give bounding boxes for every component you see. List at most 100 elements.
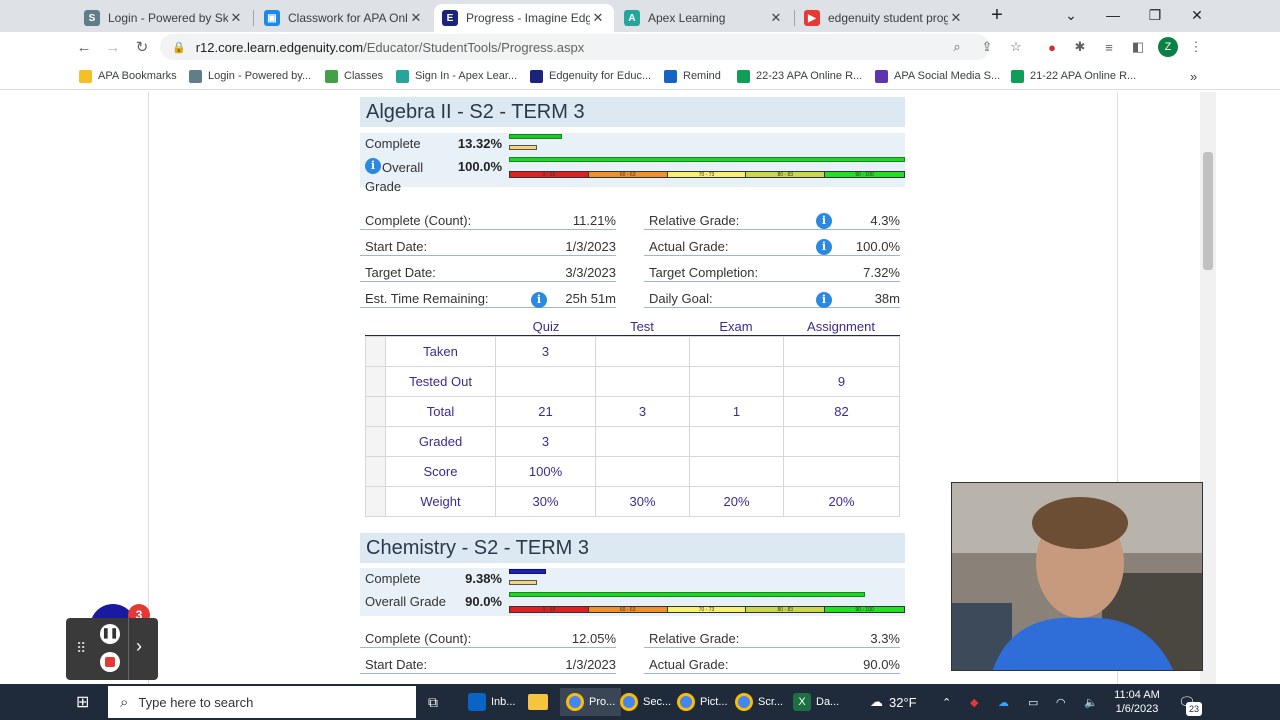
grade-band-c: 70 - 73 <box>667 607 747 612</box>
grade-band-b: 80 - 83 <box>746 172 826 177</box>
stop-button[interactable] <box>100 652 120 672</box>
drag-handle-icon[interactable]: ⠿ <box>76 640 86 657</box>
info-icon[interactable]: i <box>816 239 832 255</box>
column-header-assignment: Assignment <box>807 319 875 334</box>
sheets-icon <box>737 69 750 83</box>
battery-icon[interactable]: ▭ <box>1028 688 1038 716</box>
stat-target-date: Target Date: 3/3/2023 <box>360 264 616 282</box>
tab-progress[interactable]: E Progress - Imagine Edge ✕ <box>434 4 614 32</box>
classroom-icon: ▣ <box>264 10 280 26</box>
tray-chevron-icon[interactable]: ⌃ <box>942 688 951 716</box>
menu-icon[interactable]: ⋮ <box>1187 38 1205 56</box>
back-icon[interactable]: ← <box>73 36 95 58</box>
bookmark-edgenuity[interactable]: Edgenuity for Educ... <box>530 68 651 84</box>
minimize-icon[interactable]: — <box>1092 0 1134 30</box>
apex-icon: A <box>624 10 640 26</box>
info-icon[interactable]: i <box>816 292 832 308</box>
windows-start-icon[interactable]: ⊞ <box>76 688 89 716</box>
tab-search-icon[interactable]: ⌄ <box>1050 0 1092 30</box>
forward-icon[interactable]: → <box>102 36 124 58</box>
avatar[interactable]: Z <box>1158 37 1178 57</box>
clock[interactable]: 11:04 AM 1/6/2023 <box>1108 688 1166 716</box>
stat-target-completion: Target Completion: 7.32% <box>644 264 900 282</box>
bookmark-social-media[interactable]: APA Social Media S... <box>875 68 1000 84</box>
share-icon[interactable]: ⇪ <box>978 38 996 56</box>
tab-apex[interactable]: A Apex Learning ✕ <box>616 4 792 32</box>
pause-icon[interactable]: ❚❚ <box>100 624 120 644</box>
stat-complete-count: Complete (Count): 12.05% <box>360 630 616 648</box>
taskbar-excel[interactable]: X Da... <box>793 688 839 716</box>
youtube-icon: ▶ <box>804 10 820 26</box>
close-icon[interactable]: ✕ <box>948 10 964 26</box>
bookmark-star-icon[interactable]: ☆ <box>1007 38 1025 56</box>
stat-start-date: Start Date: 1/3/2023 <box>360 238 616 256</box>
table-row: Weight 30% 30% 20% 20% <box>365 486 900 517</box>
bookmarks-bar: APA Bookmarks Login - Powered by... Clas… <box>0 62 1280 90</box>
grade-band-f: 0 - 59 <box>510 172 589 177</box>
tab-youtube[interactable]: ▶ edgenuity student progre ✕ <box>796 4 972 32</box>
tray-app-icon[interactable]: ◆ <box>970 688 978 716</box>
extensions-icon[interactable]: ✱ <box>1071 38 1089 56</box>
search-box[interactable]: ⌕ Type here to search <box>108 686 416 718</box>
taskbar-chrome-progress[interactable]: Pro... <box>560 688 622 716</box>
grade-band-d: 60 - 63 <box>588 172 668 177</box>
overall-label: Overall Grade <box>365 594 446 609</box>
taskbar-explorer[interactable] <box>528 688 548 716</box>
bookmark-2223-roster[interactable]: 22-23 APA Online R... <box>737 68 862 84</box>
complete-value: 13.32% <box>457 136 502 151</box>
taskbar-outlook[interactable]: Inb... <box>468 688 515 716</box>
extension-record-icon[interactable]: ● <box>1043 38 1061 56</box>
side-panel-icon[interactable]: ◧ <box>1129 38 1147 56</box>
bookmark-apa[interactable]: APA Bookmarks <box>79 68 177 84</box>
tab-classwork[interactable]: ▣ Classwork for APA Online ✕ <box>256 4 432 32</box>
course-title: Algebra II - S2 - TERM 3 <box>360 97 905 127</box>
complete-value: 9.38% <box>465 571 502 586</box>
table-row: Score 100% <box>365 456 900 487</box>
task-view-icon[interactable]: ⧉ <box>428 688 438 716</box>
reload-icon[interactable]: ↻ <box>131 36 153 58</box>
overall-value: 100.0% <box>457 159 502 174</box>
close-icon[interactable]: ✕ <box>408 10 424 26</box>
restore-icon[interactable]: ❐ <box>1134 0 1176 30</box>
taskbar-chrome-sec[interactable]: Sec... <box>620 688 671 716</box>
excel-icon: X <box>793 693 811 711</box>
new-tab-button[interactable]: + <box>976 0 1018 30</box>
info-icon[interactable]: i <box>816 213 832 229</box>
onedrive-icon[interactable]: ☁ <box>998 688 1009 716</box>
volume-icon[interactable]: 🔈 <box>1084 688 1098 716</box>
bookmark-remind[interactable]: Remind <box>664 68 721 84</box>
tab-login[interactable]: S Login - Powered by Skyw ✕ <box>76 4 252 32</box>
info-icon[interactable]: i <box>365 158 381 174</box>
bookmark-apex[interactable]: Sign In - Apex Lear... <box>396 68 517 84</box>
remind-icon <box>664 69 677 83</box>
taskbar-chrome-scr[interactable]: Scr... <box>735 688 783 716</box>
grade-scale: 0 - 59 60 - 63 70 - 73 80 - 83 90 - 100 <box>509 606 905 613</box>
close-icon[interactable]: ✕ <box>228 10 244 26</box>
search-icon: ⌕ <box>120 693 129 711</box>
chrome-icon <box>677 693 695 711</box>
cloud-icon: ☁ <box>870 694 883 709</box>
reading-list-icon[interactable]: ≡ <box>1100 38 1118 56</box>
bookmark-2122-roster[interactable]: 21-22 APA Online R... <box>1011 68 1136 84</box>
stat-daily-goal: Daily Goal: 38m <box>644 290 900 308</box>
more-bookmarks-icon[interactable]: » <box>1190 68 1197 84</box>
skyward-icon <box>189 69 202 83</box>
scrollbar-thumb[interactable] <box>1203 152 1213 270</box>
close-icon[interactable]: ✕ <box>768 10 784 26</box>
address-bar[interactable]: 🔒 r12.core.learn.edgenuity.com/Educator/… <box>160 34 990 60</box>
wifi-icon[interactable]: ◠ <box>1056 688 1066 716</box>
close-window-icon[interactable]: ✕ <box>1176 0 1218 30</box>
bookmark-login[interactable]: Login - Powered by... <box>189 68 311 84</box>
info-icon[interactable]: i <box>531 292 547 308</box>
edgenuity-icon <box>530 69 543 83</box>
stat-actual-grade: Actual Grade: 90.0% <box>644 656 900 674</box>
chrome-icon <box>620 693 638 711</box>
taskbar-chrome-pict[interactable]: Pict... <box>677 688 728 716</box>
overall-bar <box>509 157 905 162</box>
weather-widget[interactable]: ☁ 32°F <box>870 688 917 716</box>
close-icon[interactable]: ✕ <box>590 10 606 26</box>
bookmark-classes[interactable]: Classes <box>325 68 383 84</box>
zoom-icon[interactable]: ⌕ <box>948 38 966 56</box>
complete-label: Complete <box>365 136 421 151</box>
chevron-right-icon[interactable]: › <box>136 636 142 657</box>
